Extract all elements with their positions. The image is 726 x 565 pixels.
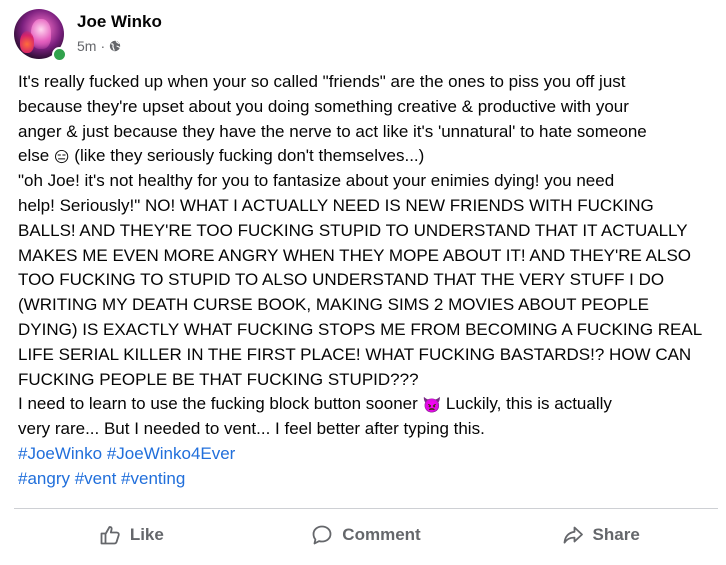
like-label: Like <box>129 525 164 544</box>
hashtag-link[interactable]: #JoeWinko4Ever <box>107 444 236 463</box>
hashtag-link[interactable]: #venting <box>121 469 185 488</box>
avatar-figure <box>31 19 51 49</box>
post-text-line: FUCKING PEOPLE BE THAT FUCKING STUPID??? <box>18 369 419 389</box>
post-text-line: TOO FUCKING TO STUPID TO ALSO UNDERSTAND… <box>18 270 665 290</box>
share-arrow-icon <box>563 526 583 544</box>
expressionless-face-icon: 😑 <box>53 149 70 167</box>
globe-icon[interactable] <box>109 40 121 52</box>
hashtag-link[interactable]: #angry <box>18 469 70 488</box>
post-timestamp[interactable]: 5m <box>77 38 96 54</box>
post-body: It's really fucked up when your so calle… <box>18 70 718 492</box>
post-text-line: anger & just because they have the nerve… <box>18 121 647 141</box>
online-status-dot <box>52 47 67 62</box>
post-text-line: MAKES ME EVEN MORE ANGRY WHEN THEY MOPE … <box>18 245 692 265</box>
thumbs-up-icon <box>100 526 120 545</box>
post-text-fragment: (like they seriously fucking don't thems… <box>74 146 425 166</box>
post-actions: Like Comment Share <box>14 513 718 557</box>
post-text-line: "oh Joe! it's not healthy for you to fan… <box>18 171 615 191</box>
post-text-line: LIFE SERIAL KILLER IN THE FIRST PLACE! W… <box>18 344 692 364</box>
post-text-line: BALLS! AND THEY'RE TOO FUCKING STUPID TO… <box>18 220 688 240</box>
meta-separator: · <box>100 38 106 54</box>
post-text-fragment: I need to learn to use the fucking block… <box>18 394 418 414</box>
actions-divider <box>14 508 718 509</box>
post-text-line: help! Seriously!" NO! WHAT I ACTUALLY NE… <box>18 195 654 215</box>
comment-icon <box>312 525 332 545</box>
post-meta: 5m · <box>77 38 121 54</box>
comment-button[interactable]: Comment <box>249 513 484 557</box>
like-button[interactable]: Like <box>14 513 249 557</box>
angry-devil-icon: 👿 <box>422 397 442 415</box>
post-text-fragment: Luckily, this is actually <box>445 394 612 414</box>
post-text-line-with-emoji: else 😑 (like they seriously fucking don'… <box>18 144 718 169</box>
post-text-line: DYING) IS EXACTLY WHAT FUCKING STOPS ME … <box>18 319 703 339</box>
post-text-line: (WRITING MY DEATH CURSE BOOK, MAKING SIM… <box>18 295 650 315</box>
avatar-flame <box>20 31 34 53</box>
author-name[interactable]: Joe Winko <box>77 12 162 32</box>
hashtag-row: #JoeWinko #JoeWinko4Ever <box>18 442 718 467</box>
post-text-line-with-emoji: I need to learn to use the fucking block… <box>18 392 718 417</box>
hashtag-link[interactable]: #JoeWinko <box>18 444 102 463</box>
post-text-line: It's really fucked up when your so calle… <box>18 72 626 91</box>
comment-label: Comment <box>342 525 421 544</box>
hashtag-link[interactable]: #vent <box>75 469 117 488</box>
share-label: Share <box>592 525 640 544</box>
post-text-line: very rare... But I needed to vent... I f… <box>18 419 485 439</box>
post-text-line: because they're upset about you doing so… <box>18 96 629 116</box>
facebook-post: Joe Winko 5m · It's really fucked up whe… <box>0 0 726 565</box>
post-text-fragment: else <box>18 146 50 166</box>
share-button[interactable]: Share <box>483 513 718 557</box>
hashtag-row: #angry #vent #venting <box>18 467 718 492</box>
